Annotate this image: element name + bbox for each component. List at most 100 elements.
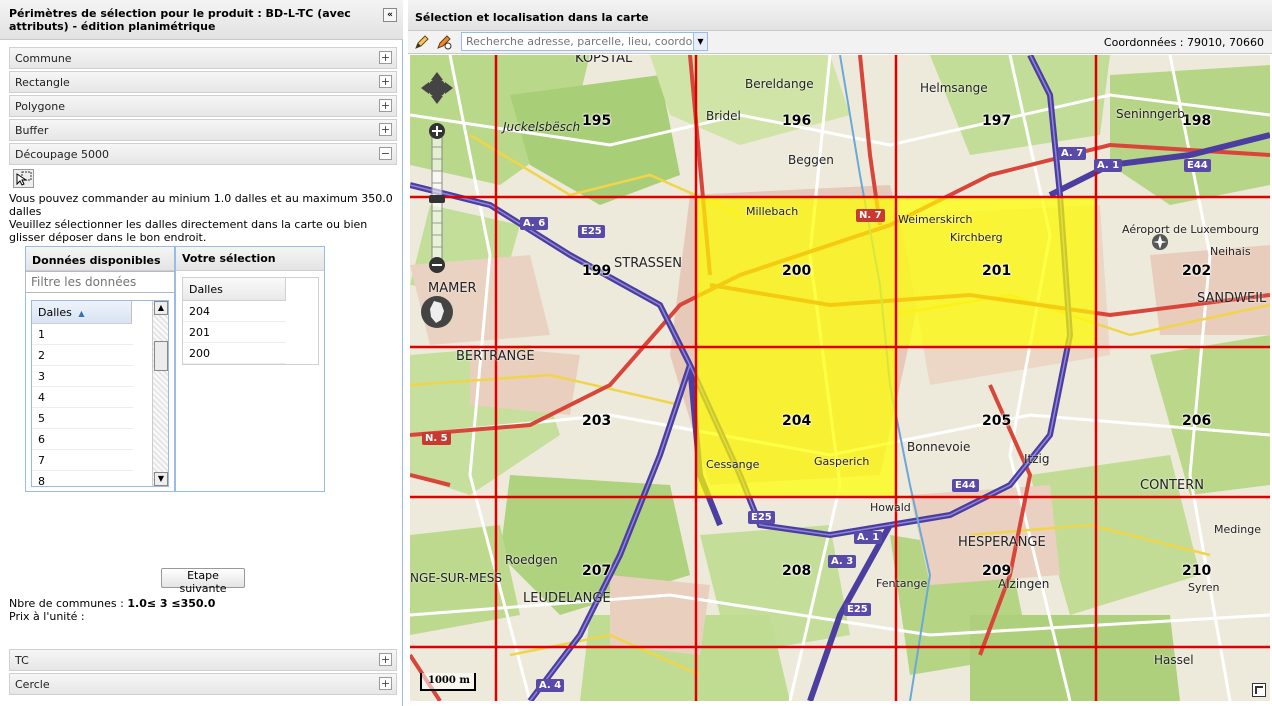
motorway-shield-icon: A. 4 <box>536 679 565 692</box>
tile-label-200[interactable]: 200 <box>782 263 811 279</box>
tile-label-204[interactable]: 204 <box>782 413 811 429</box>
place-label: Itzig <box>1024 452 1050 466</box>
available-data-title: Données disponibles <box>26 247 174 271</box>
tile-label-202[interactable]: 202 <box>1182 263 1211 279</box>
accordion-label: TC <box>15 654 29 667</box>
motorway-shield-icon: E25 <box>844 603 871 616</box>
column-header-dalles[interactable]: Dalles ▲ <box>32 301 132 324</box>
place-label: Weimerskirch <box>898 213 973 226</box>
accordion-polygone[interactable]: Polygone + <box>9 95 397 117</box>
filter-input[interactable] <box>25 271 175 293</box>
accordion-label: Rectangle <box>15 76 70 89</box>
list-item[interactable]: 2 <box>32 345 133 366</box>
accordion-rectangle[interactable]: Rectangle + <box>9 71 397 93</box>
select-tile-tool-button[interactable] <box>13 169 34 188</box>
accordion-cercle[interactable]: Cercle + <box>9 673 397 695</box>
place-label: Fentange <box>876 577 928 590</box>
communes-label: Nbre de communes : <box>9 597 124 610</box>
expand-icon[interactable]: + <box>379 653 392 666</box>
expand-icon[interactable]: + <box>379 75 392 88</box>
place-label: Beggen <box>788 153 834 167</box>
motorway-shield-icon: A. 7 <box>1058 147 1087 160</box>
zoom-slider[interactable] <box>427 123 447 273</box>
place-label: Gasperich <box>814 455 870 468</box>
accordion-label: Commune <box>15 52 72 65</box>
list-item[interactable]: 4 <box>32 387 133 408</box>
column-header-label: Dalles <box>38 306 72 319</box>
tile-label-196[interactable]: 196 <box>782 113 811 129</box>
accordion-commune[interactable]: Commune + <box>9 47 397 69</box>
scroll-thumb[interactable] <box>154 341 168 371</box>
panel-title-text: Périmètres de sélection pour le produit … <box>9 7 351 33</box>
place-label: Kirchberg <box>950 231 1003 244</box>
tile-label-205[interactable]: 205 <box>982 413 1011 429</box>
search-input[interactable] <box>461 32 708 51</box>
grid-scrollbar[interactable]: ▲ ▼ <box>152 301 168 486</box>
place-label: LEUDELANGE <box>523 591 611 606</box>
scale-bar: 1000 m <box>420 673 476 691</box>
tile-label-201[interactable]: 201 <box>982 263 1011 279</box>
accordion-label: Cercle <box>15 678 50 691</box>
expand-icon[interactable]: + <box>379 99 392 112</box>
pointer-select-icon <box>16 171 32 186</box>
tile-label-207[interactable]: 207 <box>582 563 611 579</box>
tile-label-206[interactable]: 206 <box>1182 413 1211 429</box>
tile-label-203[interactable]: 203 <box>582 413 611 429</box>
tile-label-195[interactable]: 195 <box>582 113 611 129</box>
list-item[interactable]: 1 <box>32 324 133 345</box>
motorway-shield-icon: E44 <box>952 479 979 492</box>
pan-control-icon[interactable] <box>419 70 455 106</box>
place-label: KOPSTAL <box>575 55 633 66</box>
next-step-button[interactable]: Etape suivante <box>161 568 245 595</box>
your-selection-title: Votre sélection <box>176 247 324 271</box>
tile-label-208[interactable]: 208 <box>782 563 811 579</box>
place-label: SANDWEIL <box>1197 291 1267 306</box>
place-label: Millebach <box>746 205 799 218</box>
info-instructions: Veuillez sélectionner les dalles directe… <box>9 218 368 244</box>
scroll-down-icon[interactable]: ▼ <box>154 472 168 486</box>
draw-tool-icon[interactable] <box>414 34 430 50</box>
motorway-shield-icon: A. 1 <box>1094 159 1123 172</box>
list-item[interactable]: 3 <box>32 366 133 387</box>
selection-column-header[interactable]: Dalles <box>183 278 286 301</box>
collapse-icon[interactable]: − <box>379 147 392 160</box>
overview-map-toggle-icon[interactable] <box>1252 683 1266 697</box>
place-label: Neihais <box>1210 245 1251 258</box>
tile-label-197[interactable]: 197 <box>982 113 1011 129</box>
place-label: Hassel <box>1154 653 1194 667</box>
place-label: HESPERANGE <box>958 535 1046 550</box>
selected-tile-row[interactable]: 204 <box>183 301 286 322</box>
expand-icon[interactable]: + <box>379 677 392 690</box>
measure-tool-icon[interactable] <box>436 34 452 50</box>
search-dropdown-chevron-icon[interactable]: ▼ <box>693 32 708 51</box>
info-min-max: Vous pouvez commander au minium 1.0 dall… <box>9 192 393 218</box>
expand-icon[interactable]: + <box>379 123 392 136</box>
place-label: STRASSEN <box>614 256 683 271</box>
place-label: Roedgen <box>505 553 558 567</box>
place-label: Juckelsbësch <box>503 120 581 134</box>
list-item[interactable]: 5 <box>32 408 133 429</box>
tile-label-210[interactable]: 210 <box>1182 563 1211 579</box>
unit-price-label: Prix à l'unité : <box>9 610 85 623</box>
list-item[interactable]: 8 <box>32 471 133 486</box>
list-item[interactable]: 7 <box>32 450 133 471</box>
list-item[interactable]: 6 <box>32 429 133 450</box>
place-label: MAMER <box>428 281 477 296</box>
expand-icon[interactable]: + <box>379 51 392 64</box>
accordion-decoupage-5000[interactable]: Découpage 5000 − <box>9 143 397 165</box>
collapse-panel-button[interactable]: « <box>383 8 397 22</box>
country-overview-icon[interactable] <box>420 295 454 329</box>
scroll-up-icon[interactable]: ▲ <box>154 301 168 315</box>
tile-label-199[interactable]: 199 <box>582 263 611 279</box>
coordinates-label: Coordonnées : <box>1103 36 1184 49</box>
coordinates-value: 79010, 70660 <box>1187 36 1264 49</box>
selection-panel: Périmètres de sélection pour le produit … <box>0 0 403 706</box>
accordion-buffer[interactable]: Buffer + <box>9 119 397 141</box>
selected-tile-row[interactable]: 200 <box>183 343 286 364</box>
accordion-tc[interactable]: TC + <box>9 649 397 671</box>
place-label: Bridel <box>706 109 741 123</box>
selected-tile-row[interactable]: 201 <box>183 322 286 343</box>
place-label: Alzingen <box>998 577 1050 591</box>
order-info: Vous pouvez commander au minium 1.0 dall… <box>9 192 399 244</box>
map-canvas[interactable]: 195 196 197 198 199 200 201 202 203 204 … <box>410 55 1270 701</box>
